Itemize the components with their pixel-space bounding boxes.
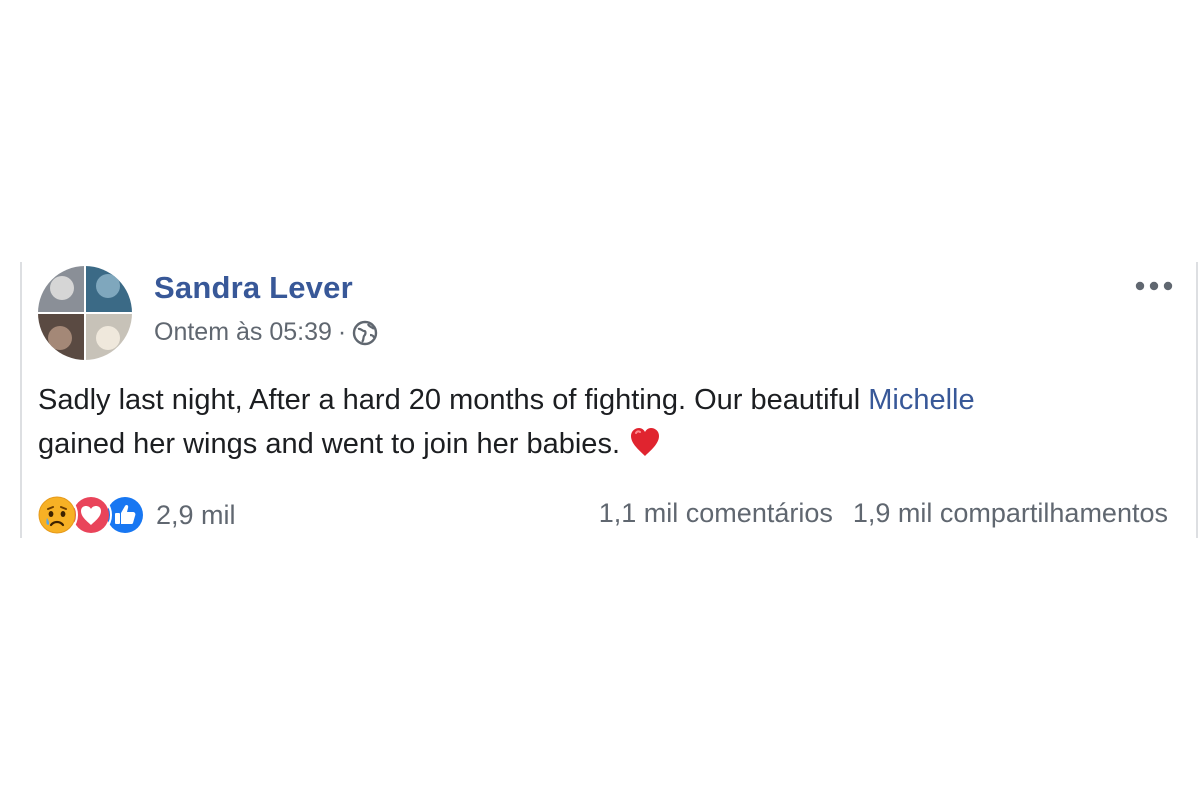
post-text: Sadly last night, After a hard 20 months…	[38, 378, 1158, 466]
mention-link[interactable]: Michelle	[868, 384, 974, 416]
post-text-part2: gained her wings and went to join her ba…	[38, 428, 620, 460]
heart-icon	[628, 425, 662, 459]
avatar[interactable]	[38, 266, 132, 360]
post-text-part1: Sadly last night, After a hard 20 months…	[38, 384, 869, 416]
post-card: Sandra Lever Ontem às 05:39 · Sadly last…	[20, 262, 1198, 538]
meta-separator: ·	[337, 318, 347, 346]
globe-icon[interactable]	[352, 320, 378, 346]
reactions-summary[interactable]: 2,9 mil	[36, 494, 236, 536]
post-meta: Ontem às 05:39 ·	[154, 318, 378, 347]
author-name[interactable]: Sandra Lever	[154, 270, 353, 306]
shares-count[interactable]: 1,9 mil compartilhamentos	[853, 498, 1168, 529]
post-timestamp[interactable]: Ontem às 05:39	[154, 318, 332, 347]
comments-count[interactable]: 1,1 mil comentários	[599, 498, 833, 529]
post-stats: 1,1 mil comentários 1,9 mil compartilham…	[599, 498, 1168, 529]
reaction-count[interactable]: 2,9 mil	[156, 500, 236, 531]
sad-reaction-icon	[36, 494, 78, 536]
more-options-icon[interactable]	[1132, 274, 1176, 298]
